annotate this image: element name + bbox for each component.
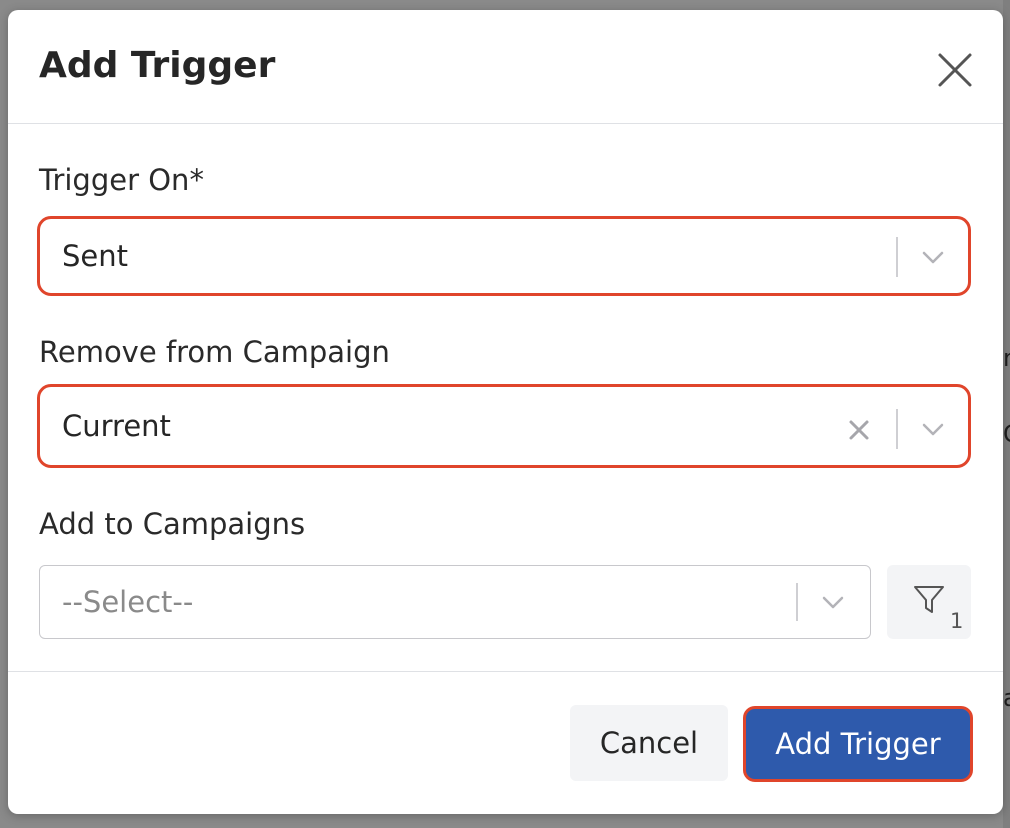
add-to-campaigns-select[interactable]: --Select-- <box>39 565 871 639</box>
select-separator <box>896 409 898 449</box>
add-trigger-button[interactable]: Add Trigger <box>743 706 973 782</box>
dialog-header: Add Trigger <box>8 10 1003 124</box>
filter-button[interactable]: 1 <box>887 565 971 639</box>
chevron-down-icon[interactable] <box>918 415 948 445</box>
background-text-fragment: n <box>1003 344 1010 372</box>
cancel-button[interactable]: Cancel <box>570 705 728 781</box>
trigger-on-value: Sent <box>62 239 129 273</box>
filter-count-badge: 1 <box>950 609 964 633</box>
close-button[interactable] <box>933 48 977 92</box>
dialog-title: Add Trigger <box>39 45 276 86</box>
add-to-campaigns-placeholder: --Select-- <box>62 585 194 619</box>
remove-from-campaign-value: Current <box>62 409 171 443</box>
select-separator <box>896 237 898 277</box>
background-text-fragment: a <box>1003 684 1010 712</box>
chevron-down-icon[interactable] <box>818 588 848 618</box>
filter-icon <box>914 586 944 613</box>
footer-divider <box>8 671 1003 672</box>
remove-from-campaign-select[interactable]: Current <box>37 384 971 468</box>
background-text-fragment: C <box>1003 420 1010 448</box>
add-trigger-dialog: Add Trigger Trigger On* Sent Remove from… <box>8 10 1003 814</box>
trigger-on-select[interactable]: Sent <box>37 216 971 296</box>
chevron-down-icon[interactable] <box>918 243 948 273</box>
trigger-on-label: Trigger On* <box>39 163 204 197</box>
remove-from-campaign-label: Remove from Campaign <box>39 335 390 369</box>
select-separator <box>796 583 798 621</box>
clear-icon[interactable] <box>846 417 872 443</box>
add-to-campaigns-label: Add to Campaigns <box>39 507 306 541</box>
background-page: n C a <box>1003 0 1010 828</box>
close-icon <box>938 53 972 87</box>
